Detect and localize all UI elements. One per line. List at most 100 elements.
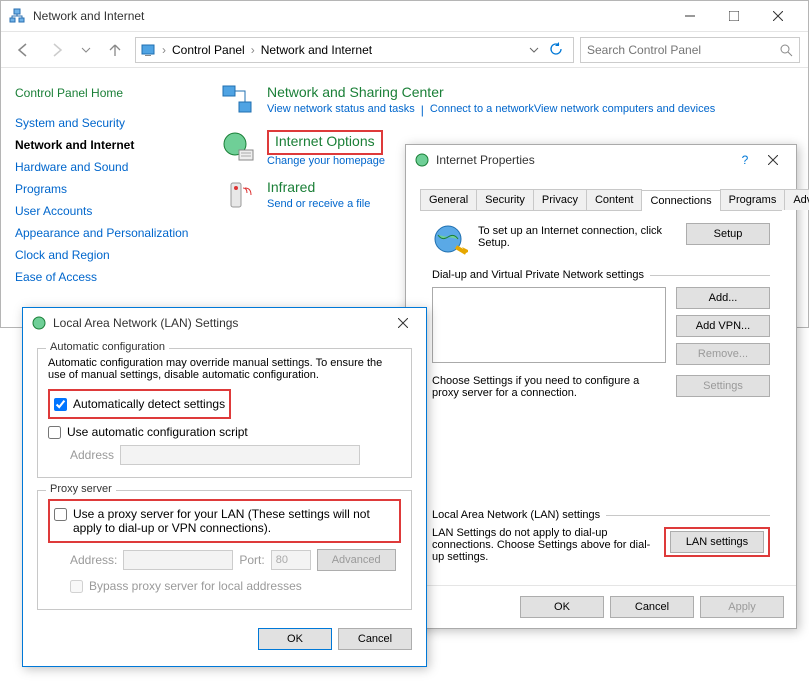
ip-title: Internet Properties [436,153,732,167]
ip-ok-button[interactable]: OK [520,596,604,618]
help-button[interactable]: ? [732,147,758,173]
internet-options-icon [221,130,255,164]
remove-button: Remove... [676,343,770,365]
bypass-row: Bypass proxy server for local addresses [70,579,401,593]
chevron-right-icon[interactable]: › [160,43,168,57]
search-icon [779,43,793,57]
lan-ok-button[interactable]: OK [258,628,332,650]
ip-cancel-button[interactable]: Cancel [610,596,694,618]
bypass-label: Bypass proxy server for local addresses [89,579,302,593]
proxy-use-checkbox[interactable] [54,508,67,521]
add-vpn-button[interactable]: Add VPN... [676,315,770,337]
cat-network-sharing[interactable]: Network and Sharing Center [267,84,715,100]
breadcrumb[interactable]: › Control Panel › Network and Internet [135,37,574,63]
highlight-auto-detect: Automatically detect settings [48,389,231,419]
lan-close-button[interactable] [388,310,418,336]
lan-cancel-button[interactable]: Cancel [338,628,412,650]
ip-close-button[interactable] [758,147,788,173]
bypass-checkbox [70,580,83,593]
back-button[interactable] [9,36,37,64]
auto-detect-row[interactable]: Automatically detect settings [54,397,225,411]
dial-list[interactable] [432,287,666,363]
address-input [120,445,360,465]
proxy-group: Proxy server Use a proxy server for your… [37,490,412,610]
network-sharing-icon [221,84,255,118]
cat-internet-options[interactable]: Internet Options [275,133,375,149]
link-view-computers[interactable]: View network computers and devices [534,103,715,117]
network-icon [9,8,25,24]
chevron-right-icon[interactable]: › [249,43,257,57]
sidebar-item-ease[interactable]: Ease of Access [15,266,197,288]
auto-group-label: Automatic configuration [46,341,169,353]
add-button[interactable]: Add... [676,287,770,309]
tab-privacy[interactable]: Privacy [533,189,587,210]
tab-content[interactable]: Content [586,189,643,210]
sidebar-item-programs[interactable]: Programs [15,178,197,200]
link-homepage[interactable]: Change your homepage [267,155,385,167]
highlight-proxy: Use a proxy server for your LAN (These s… [48,499,401,543]
infrared-icon [221,179,255,213]
setup-text: To set up an Internet connection, click … [478,223,676,249]
link-connect[interactable]: Connect to a network [430,103,534,117]
setup-button[interactable]: Setup [686,223,770,245]
sidebar: Control Panel Home System and Security N… [1,68,211,327]
auto-config-group: Automatic configuration Automatic config… [37,348,412,478]
lan-settings-button[interactable]: LAN settings [670,531,764,553]
auto-detect-checkbox[interactable] [54,398,67,411]
ip-titlebar: Internet Properties ? [406,145,796,175]
cat-infrared[interactable]: Infrared [267,179,370,195]
advanced-button: Advanced [317,549,396,571]
refresh-button[interactable] [543,36,569,62]
tab-general[interactable]: General [420,189,477,210]
search-input[interactable] [580,37,800,63]
globe-icon [414,152,430,168]
nav-toolbar: › Control Panel › Network and Internet [1,31,808,67]
highlight-internet-options: Internet Options [267,130,383,155]
breadcrumb-section[interactable]: Network and Internet [261,43,372,57]
tab-advanced[interactable]: Advanced [784,189,809,210]
window-title: Network and Internet [33,9,668,23]
sidebar-item-appearance[interactable]: Appearance and Personalization [15,222,197,244]
forward-button[interactable] [43,36,71,64]
tab-security[interactable]: Security [476,189,534,210]
tab-connections[interactable]: Connections [641,190,720,211]
proxy-use-label: Use a proxy server for your LAN (These s… [73,507,395,535]
choose-text: Choose Settings if you need to configure… [432,375,666,399]
auto-script-label: Use automatic configuration script [67,425,248,439]
auto-text: Automatic configuration may override man… [48,357,401,381]
auto-detect-label: Automatically detect settings [73,397,225,411]
sidebar-item-system[interactable]: System and Security [15,112,197,134]
search-field[interactable] [587,43,779,57]
link-send-file[interactable]: Send or receive a file [267,198,370,210]
sidebar-item-hardware[interactable]: Hardware and Sound [15,156,197,178]
connection-wizard-icon [432,223,468,259]
breadcrumb-root[interactable]: Control Panel [172,43,245,57]
proxy-group-label: Proxy server [46,483,116,495]
maximize-button[interactable] [712,1,756,31]
sidebar-item-accounts[interactable]: User Accounts [15,200,197,222]
port-label: Port: [239,553,264,567]
auto-script-row[interactable]: Use automatic configuration script [48,425,401,439]
auto-script-checkbox[interactable] [48,426,61,439]
close-button[interactable] [756,1,800,31]
lan-title: Local Area Network (LAN) Settings [53,316,388,330]
history-dropdown[interactable] [77,36,95,64]
minimize-button[interactable] [668,1,712,31]
proxy-address-input [123,550,233,570]
tab-programs[interactable]: Programs [720,189,786,210]
highlight-lan-settings: LAN settings [664,527,770,557]
lan-settings-dialog: Local Area Network (LAN) Settings Automa… [22,307,427,667]
lan-titlebar: Local Area Network (LAN) Settings [23,308,426,338]
dial-heading: Dial-up and Virtual Private Network sett… [432,269,650,281]
proxy-use-row[interactable]: Use a proxy server for your LAN (These s… [54,507,395,535]
sidebar-item-clock[interactable]: Clock and Region [15,244,197,266]
up-button[interactable] [101,36,129,64]
sidebar-item-network[interactable]: Network and Internet [15,134,197,156]
path-dropdown[interactable] [525,36,543,64]
ip-apply-button: Apply [700,596,784,618]
control-panel-icon [140,42,156,58]
port-input [271,550,311,570]
link-view-status[interactable]: View network status and tasks [267,103,415,117]
sidebar-home-link[interactable]: Control Panel Home [15,86,197,100]
proxy-address-label: Address: [70,553,117,567]
